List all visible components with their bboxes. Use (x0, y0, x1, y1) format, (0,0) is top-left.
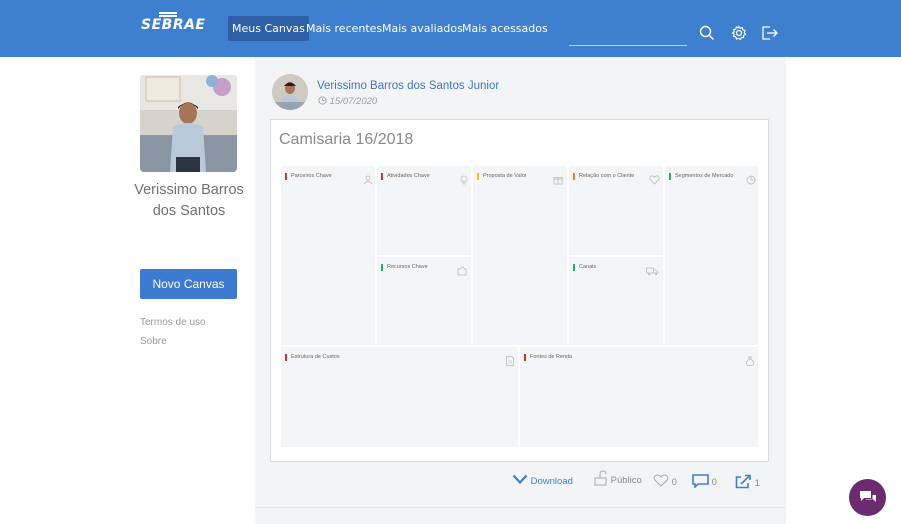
nav-mais-avaliados[interactable]: Mais avaliados (382, 22, 463, 35)
terms-link[interactable]: Termos de uso (140, 317, 206, 328)
block-atividades-chave[interactable]: Atividades Chave (377, 166, 471, 255)
comment-button[interactable]: 0 (692, 474, 717, 489)
block-canais[interactable]: Canais (569, 257, 663, 345)
chat-icon (858, 489, 878, 510)
chat-button[interactable] (849, 479, 886, 516)
block-label: Proposta de Valor (477, 173, 527, 180)
chevron-down-icon (512, 474, 528, 487)
block-segmentos-de-mercado[interactable]: Segmentos de Mercado (665, 166, 758, 345)
comments-count: 0 (711, 477, 717, 488)
unlock-icon (594, 470, 608, 486)
logo-bar (159, 15, 177, 17)
logo-text: SEBRAE (141, 17, 206, 33)
clock-icon (318, 96, 330, 107)
sebrae-logo[interactable]: SEBRAE (141, 12, 206, 33)
nav-mais-recentes[interactable]: Mais recentes (306, 22, 382, 35)
comment-icon (692, 474, 709, 489)
money-bag-icon (745, 351, 755, 366)
block-relacao-com-cliente[interactable]: Relação com o Cliente (569, 166, 663, 255)
pie-icon (746, 170, 756, 185)
logout-icon[interactable] (761, 25, 779, 45)
settings-icon[interactable] (731, 25, 747, 45)
nav-meus-canvas[interactable]: Meus Canvas (228, 16, 309, 41)
canvas-title[interactable]: Camisaria 16/2018 (279, 131, 413, 149)
heart-icon (649, 170, 660, 185)
new-canvas-button[interactable]: Novo Canvas (140, 269, 237, 299)
author-avatar[interactable] (272, 74, 308, 110)
profile-photo (140, 75, 237, 172)
block-label: Relação com o Cliente (573, 173, 634, 180)
download-label: Download (530, 476, 573, 487)
block-label: Canais (573, 264, 596, 271)
download-button[interactable]: Download (512, 474, 573, 487)
lightbulb-icon (459, 170, 469, 185)
block-label: Fontes de Renda (524, 354, 572, 361)
like-button[interactable]: 0 (653, 474, 677, 488)
shares-count: 1 (754, 478, 760, 489)
block-estrutura-de-custos[interactable]: Estrutura de Custos (281, 347, 518, 447)
puzzle-icon (457, 261, 467, 276)
block-proposta-de-valor[interactable]: Proposta de Valor (473, 166, 567, 345)
logo-bar (159, 12, 177, 14)
block-recursos-chave[interactable]: Recursos Chave (377, 257, 471, 345)
share-button[interactable]: 1 (735, 474, 760, 489)
block-label: Recursos Chave (381, 264, 428, 271)
post-date: 15/07/2020 (318, 96, 377, 107)
block-fontes-de-renda[interactable]: Fontes de Renda (520, 347, 758, 447)
block-label: Atividades Chave (381, 173, 430, 180)
truck-icon (646, 261, 659, 276)
block-label: Estrutura de Custos (285, 354, 340, 361)
divider (255, 507, 786, 508)
block-label: Parceiros Chave (285, 173, 332, 180)
visibility-toggle[interactable]: Público (594, 470, 642, 486)
heart-icon (653, 474, 669, 488)
block-parceiros-chave[interactable]: Parceiros Chave (281, 166, 375, 345)
visibility-label: Público (610, 475, 642, 486)
user-name: Verissimo Barros dos Santos (134, 182, 244, 219)
likes-count: 0 (671, 477, 677, 488)
share-icon (735, 474, 752, 489)
top-navbar: SEBRAE Meus Canvas Mais recentes Mais av… (0, 0, 901, 57)
author-name[interactable]: Verissimo Barros dos Santos Junior (317, 80, 499, 92)
document-icon (505, 351, 515, 366)
date-text: 15/07/2020 (329, 96, 378, 107)
partners-icon (363, 170, 373, 185)
about-link[interactable]: Sobre (140, 336, 167, 347)
nav-mais-acessados[interactable]: Mais acessados (462, 22, 548, 35)
search-input[interactable] (569, 45, 687, 46)
search-icon[interactable] (699, 25, 715, 45)
block-label: Segmentos de Mercado (669, 173, 733, 180)
gift-icon (553, 170, 563, 185)
